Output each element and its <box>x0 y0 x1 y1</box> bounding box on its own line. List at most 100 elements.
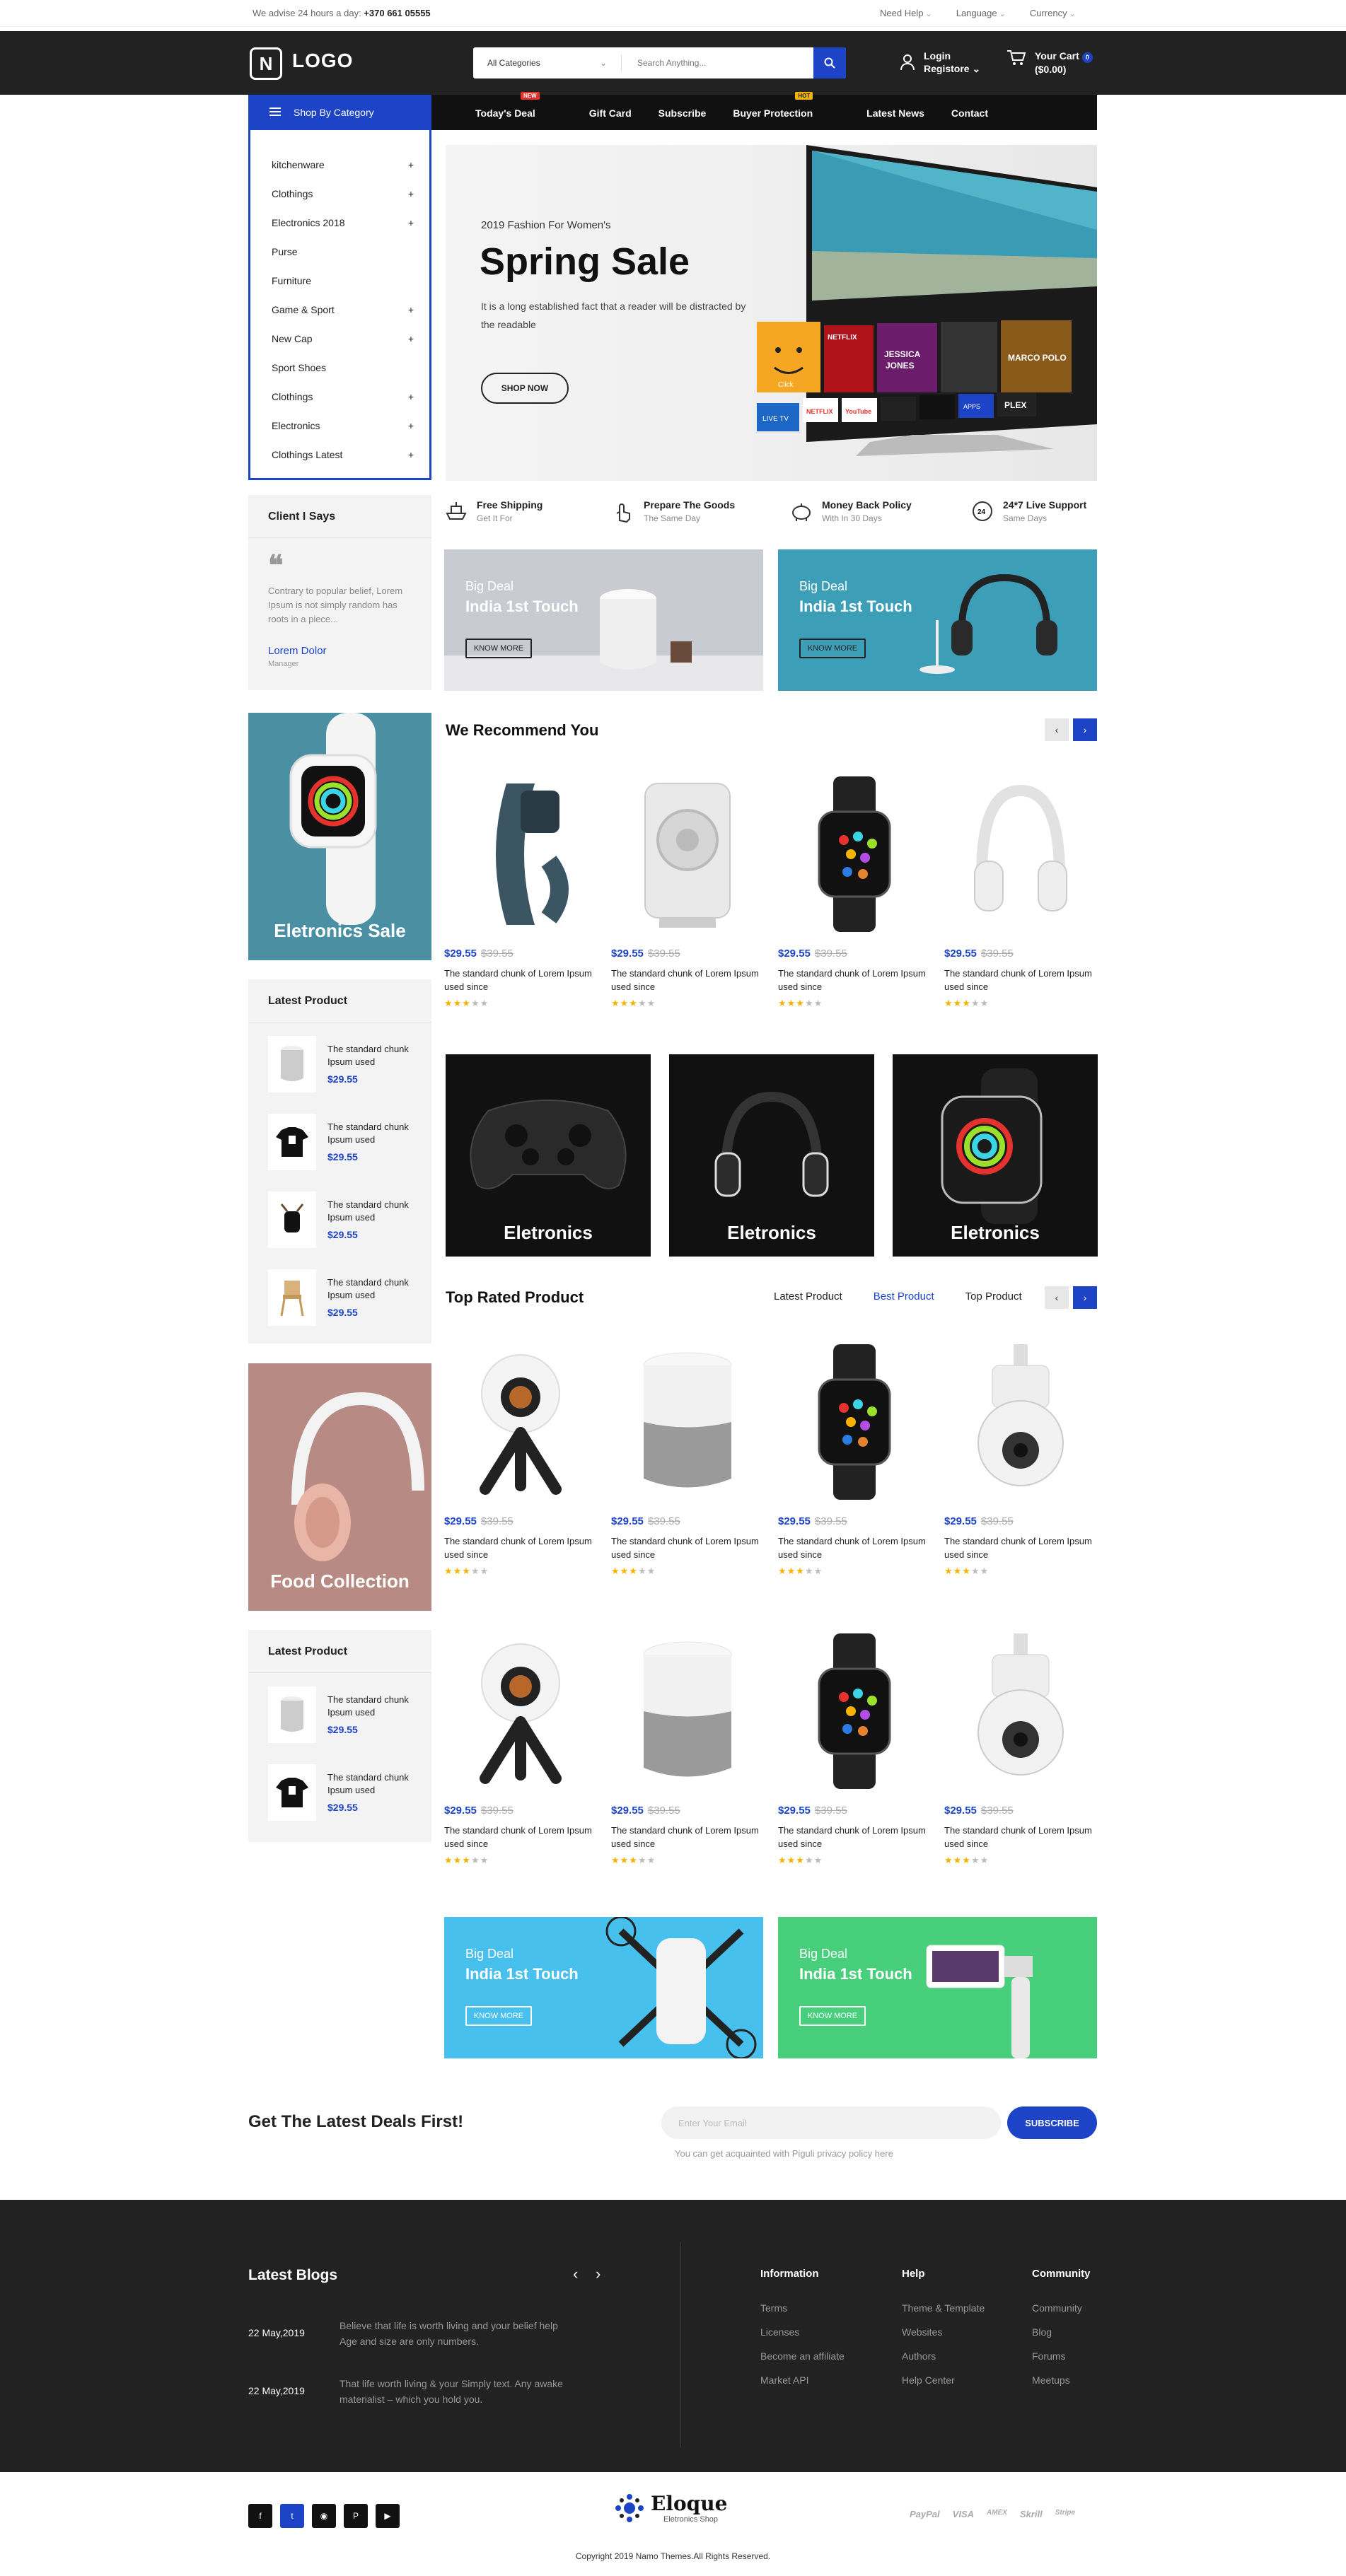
category-item[interactable]: Purse <box>250 237 429 266</box>
category-item[interactable]: Electronics + <box>250 411 429 440</box>
category-item[interactable]: kitchenware + <box>250 150 429 179</box>
shop-by-category-button[interactable]: Shop By Category <box>248 95 431 130</box>
tshirt-thumb <box>276 1127 308 1157</box>
electronics-sale-banner[interactable]: Eletronics Sale <box>248 713 431 960</box>
footer-link[interactable]: Market API <box>760 2374 845 2386</box>
footer-link[interactable]: Community <box>1032 2302 1091 2314</box>
footer-link[interactable]: Forums <box>1032 2350 1091 2362</box>
language-menu[interactable]: Language <box>956 8 1006 18</box>
know-more-button[interactable]: KNOW MORE <box>799 2006 866 2026</box>
blog-prev-icon[interactable]: ‹ <box>573 2265 578 2283</box>
next-arrow-icon[interactable]: › <box>1073 718 1097 741</box>
footer-link[interactable]: Blog <box>1032 2326 1091 2338</box>
footer-brand[interactable]: Eloque Eletronics Shop <box>614 2492 727 2524</box>
footer-link[interactable]: Meetups <box>1032 2374 1091 2386</box>
blog-text[interactable]: Believe that life is worth living and yo… <box>340 2318 566 2349</box>
twitter-icon[interactable]: t <box>280 2504 304 2528</box>
product-card[interactable]: $29.55 $39.55 The standard chunk of Lorem… <box>778 771 931 1009</box>
product-card[interactable]: $29.55 $39.55 The standard chunk of Lorem… <box>611 771 764 1009</box>
know-more-button[interactable]: KNOW MORE <box>465 2006 532 2026</box>
newsletter-email-input[interactable]: Enter Your Email <box>661 2106 1001 2139</box>
footer-link[interactable]: Terms <box>760 2302 845 2314</box>
nav-latest-news[interactable]: Latest News <box>866 107 924 119</box>
category-item[interactable]: Sport Shoes <box>250 353 429 382</box>
product-card[interactable]: $29.55 $39.55 The standard chunk of Lorem… <box>444 1628 597 1866</box>
promo-banner-drone[interactable]: Big Deal India 1st Touch KNOW MORE <box>444 1917 763 2058</box>
product-card[interactable]: $29.55 $39.55 The standard chunk of Lorem… <box>944 771 1097 1009</box>
brand-logo-icon <box>615 2493 644 2522</box>
cart-button[interactable]: Your Cart 0 ($0.00) <box>1006 49 1093 76</box>
rss-icon[interactable]: ◉ <box>312 2504 336 2528</box>
latest-product-item[interactable]: The standard chunk Ipsum used $29.55 <box>268 1269 427 1326</box>
know-more-button[interactable]: KNOW MORE <box>465 639 532 658</box>
pinterest-icon[interactable]: P <box>344 2504 368 2528</box>
product-card[interactable]: $29.55 $39.55 The standard chunk of Lorem… <box>944 1628 1097 1866</box>
nav-gift-card[interactable]: Gift Card <box>589 107 632 119</box>
youtube-icon[interactable]: ▶ <box>376 2504 400 2528</box>
footer-link[interactable]: Become an affiliate <box>760 2350 845 2362</box>
testimonial-name[interactable]: Lorem Dolor <box>268 645 327 657</box>
facebook-icon[interactable]: f <box>248 2504 272 2528</box>
category-tile-gamepad[interactable]: Eletronics <box>446 1054 651 1257</box>
nav-buyer-protection[interactable]: Buyer Protection HOT <box>733 92 840 119</box>
logo-text[interactable]: LOGO <box>292 49 353 72</box>
know-more-button[interactable]: KNOW MORE <box>799 639 866 658</box>
prev-arrow-icon[interactable]: ‹ <box>1045 1286 1069 1309</box>
footer-link[interactable]: Authors <box>902 2350 985 2362</box>
latest-product-item[interactable]: The standard chunk Ipsum used $29.55 <box>268 1191 427 1248</box>
category-item[interactable]: Furniture <box>250 266 429 295</box>
footer-link[interactable]: Licenses <box>760 2326 845 2338</box>
category-tile-headphones[interactable]: Eletronics <box>669 1054 874 1257</box>
next-arrow-icon[interactable]: › <box>1073 1286 1097 1309</box>
category-tile-watch[interactable]: Eletronics <box>893 1054 1098 1257</box>
need-help-menu[interactable]: Need Help <box>880 8 932 18</box>
product-card[interactable]: $29.55 $39.55 The standard chunk of Lorem… <box>944 1339 1097 1577</box>
footer-link[interactable]: Theme & Template <box>902 2302 985 2314</box>
tab-top-product[interactable]: Top Product <box>965 1290 1022 1302</box>
tab-latest-product[interactable]: Latest Product <box>774 1290 842 1302</box>
latest-product-item[interactable]: The standard chunk Ipsum used $29.55 <box>268 1036 427 1092</box>
hero-text: It is a long established fact that a rea… <box>481 301 746 330</box>
nav-todays-deal[interactable]: Today's Deal NEW <box>475 92 562 119</box>
search-button[interactable] <box>813 47 846 78</box>
promo-banner-gimbal[interactable]: Big Deal India 1st Touch KNOW MORE <box>778 1917 1097 2058</box>
category-item[interactable]: Electronics 2018 + <box>250 208 429 237</box>
subscribe-button[interactable]: SUBSCRIBE <box>1007 2106 1097 2139</box>
nav-subscribe[interactable]: Subscribe <box>659 107 707 119</box>
product-card[interactable]: $29.55 $39.55 The standard chunk of Lorem… <box>444 771 597 1009</box>
currency-menu[interactable]: Currency <box>1030 8 1076 18</box>
logo-icon[interactable]: N <box>250 47 282 80</box>
recommend-title: We Recommend You <box>446 721 599 739</box>
promo-banner-headphones[interactable]: Big Deal India 1st Touch KNOW MORE <box>778 549 1097 691</box>
food-collection-banner[interactable]: Food Collection <box>248 1363 431 1611</box>
product-card[interactable]: $29.55 $39.55 The standard chunk of Lorem… <box>778 1339 931 1577</box>
search-category-select[interactable]: All Categories ⌄ <box>473 54 622 71</box>
latest-product-item[interactable]: The standard chunk Ipsum used $29.55 <box>268 1114 427 1170</box>
login-button[interactable]: Login Registore ⌄ <box>900 49 980 75</box>
footer-link[interactable]: Websites <box>902 2326 985 2338</box>
latest-product-item[interactable]: The standard chunk Ipsum used $29.55 <box>268 1686 427 1743</box>
shop-now-button[interactable]: SHOP NOW <box>481 373 569 404</box>
footer-link[interactable]: Help Center <box>902 2374 985 2386</box>
category-item[interactable]: Game & Sport + <box>250 295 429 324</box>
category-item[interactable]: Clothings + <box>250 382 429 411</box>
product-card[interactable]: $29.55 $39.55 The standard chunk of Lorem… <box>444 1339 597 1577</box>
product-card[interactable]: $29.55 $39.55 The standard chunk of Lorem… <box>778 1628 931 1866</box>
paypal-icon: PayPal <box>910 2509 940 2519</box>
blog-text[interactable]: That life worth living & your Simply tex… <box>340 2376 566 2407</box>
promo-banner-speaker[interactable]: Big Deal India 1st Touch KNOW MORE <box>444 549 763 691</box>
category-item[interactable]: Clothings + <box>250 179 429 208</box>
hero-title: Spring Sale <box>480 240 690 283</box>
blog-next-icon[interactable]: › <box>596 2265 601 2283</box>
latest-product-item[interactable]: The standard chunk Ipsum used $29.55 <box>268 1764 427 1821</box>
category-item[interactable]: New Cap + <box>250 324 429 353</box>
phone-number[interactable]: +370 661 05555 <box>364 8 430 18</box>
nav-contact[interactable]: Contact <box>951 107 988 119</box>
prev-arrow-icon[interactable]: ‹ <box>1045 718 1069 741</box>
search-input[interactable] <box>622 58 813 68</box>
category-sidebar: kitchenware + Clothings + Electronics 2018… <box>248 130 431 480</box>
category-item[interactable]: Clothings Latest + <box>250 440 429 469</box>
product-card[interactable]: $29.55 $39.55 The standard chunk of Lorem… <box>611 1628 764 1866</box>
product-card[interactable]: $29.55 $39.55 The standard chunk of Lorem… <box>611 1339 764 1577</box>
tab-best-product[interactable]: Best Product <box>874 1290 934 1302</box>
